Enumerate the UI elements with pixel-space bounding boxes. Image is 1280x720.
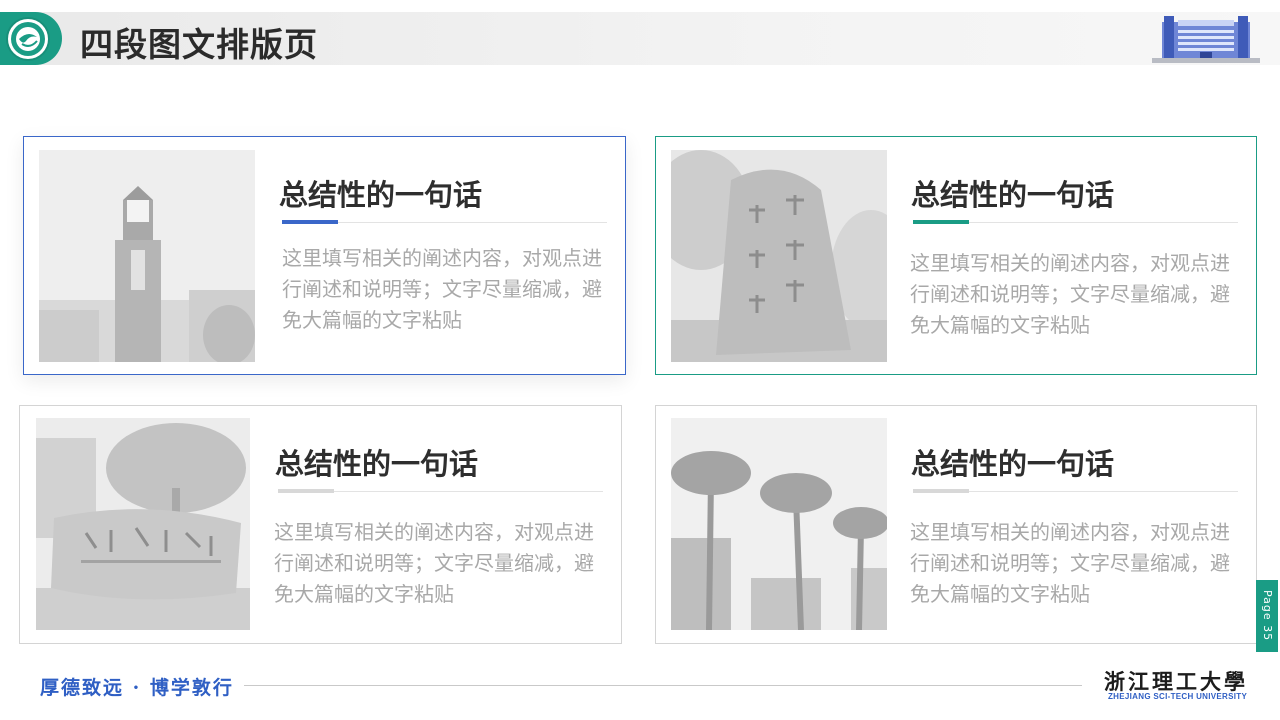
card-body-text: 这里填写相关的阐述内容，对观点进行阐述和说明等；文字尽量缩减，避免大篇幅的文字粘… (274, 520, 594, 606)
campus-building-icon (1150, 12, 1262, 64)
footer-divider (244, 685, 1082, 686)
info-card-1: 总结性的一句话 这里填写相关的阐述内容，对观点进行阐述和说明等；文字尽量缩减，避… (23, 136, 626, 375)
university-emblem-icon (6, 17, 50, 61)
slide-title: 四段图文排版页 (80, 25, 318, 64)
clock-tower-photo (39, 150, 255, 362)
card-accent-bar (282, 220, 338, 224)
card-heading: 总结性的一句话 (911, 178, 1115, 212)
palm-trees-photo (671, 418, 887, 630)
motto-stone-photo (671, 150, 887, 362)
card-accent-bar (278, 489, 334, 493)
info-card-3: 总结性的一句话 这里填写相关的阐述内容，对观点进行阐述和说明等；文字尽量缩减，避… (19, 405, 622, 644)
footer-motto: 厚德致远 · 博学敦行 (40, 677, 234, 699)
card-accent-bar (913, 489, 969, 493)
card-accent-bar (913, 220, 969, 224)
card-heading: 总结性的一句话 (279, 178, 483, 212)
campus-stone-photo (36, 418, 250, 630)
page-number-tab: Page 35 (1256, 580, 1278, 652)
info-card-2: 总结性的一句话 这里填写相关的阐述内容，对观点进行阐述和说明等；文字尽量缩减，避… (655, 136, 1257, 375)
card-body-text: 这里填写相关的阐述内容，对观点进行阐述和说明等；文字尽量缩减，避免大篇幅的文字粘… (282, 246, 602, 332)
card-body-text: 这里填写相关的阐述内容，对观点进行阐述和说明等；文字尽量缩减，避免大篇幅的文字粘… (910, 520, 1230, 606)
card-heading: 总结性的一句话 (275, 447, 479, 481)
info-card-4: 总结性的一句话 这里填写相关的阐述内容，对观点进行阐述和说明等；文字尽量缩减，避… (655, 405, 1257, 644)
card-body-text: 这里填写相关的阐述内容，对观点进行阐述和说明等；文字尽量缩减，避免大篇幅的文字粘… (910, 251, 1230, 337)
card-heading: 总结性的一句话 (911, 447, 1115, 481)
university-logo-en: ZHEJIANG SCI-TECH UNIVERSITY (1108, 692, 1248, 701)
